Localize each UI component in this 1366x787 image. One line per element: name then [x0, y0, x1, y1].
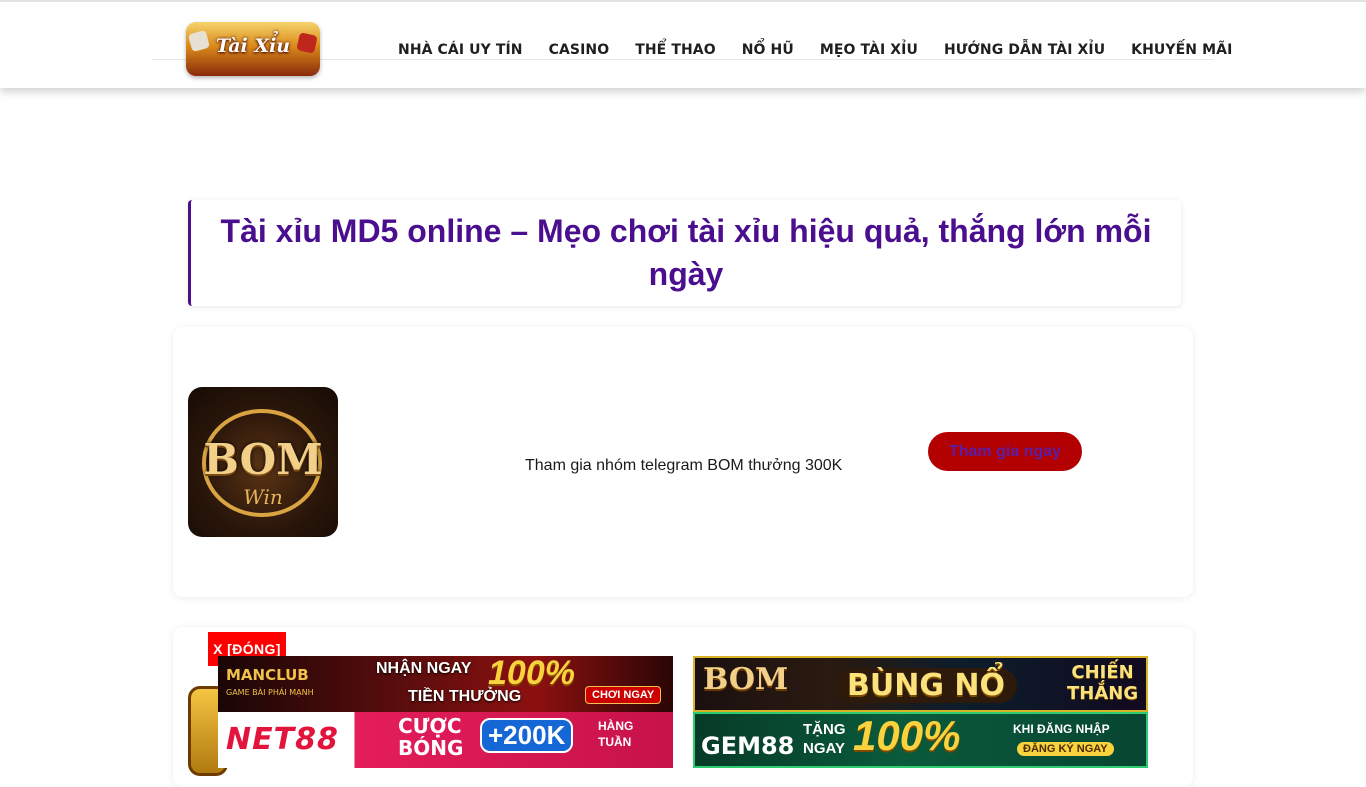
gem88-gift: TẶNG NGAY	[803, 720, 846, 758]
gem88-brand: GEM88	[701, 732, 795, 760]
nav-item-khuyen-mai[interactable]: KHUYẾN MÃI	[1131, 42, 1232, 58]
bom-banner-win-line1: CHIẾN	[1071, 662, 1134, 683]
nav-item-the-thao[interactable]: THỂ THAO	[635, 42, 716, 58]
bom-banner[interactable]: BOM BÙNG NỔ CHIẾN THẮNG	[693, 656, 1148, 712]
gem88-percent: 100%	[853, 712, 961, 759]
page-title: Tài xỉu MD5 online – Mẹo chơi tài xỉu hi…	[220, 213, 1152, 292]
net88-brand: NET88	[226, 722, 339, 757]
net88-period: HÀNG TUẦN	[598, 718, 633, 750]
bom-banner-win-line2: THẮNG	[1067, 683, 1139, 704]
nav-item-no-hu[interactable]: NỔ HŨ	[742, 42, 794, 58]
bom-banner-headline: BÙNG NỔ	[835, 668, 1018, 703]
manclub-tagline: GAME BÀI PHÁI MẠNH	[226, 688, 314, 697]
gem88-condition: KHI ĐĂNG NHẬP	[1013, 722, 1110, 736]
logo-text: Tài Xỉu	[215, 35, 291, 57]
bom-logo-sub: Win	[243, 485, 283, 509]
manclub-cta: CHƠI NGAY	[585, 686, 662, 704]
bom-banner-brand: BOM	[703, 662, 789, 697]
bom-logo[interactable]: BOM Win	[188, 387, 338, 537]
manclub-banner[interactable]: MANCLUB GAME BÀI PHÁI MẠNH NHẬN NGAY 100…	[218, 656, 673, 712]
gem88-gift-line2: NGAY	[803, 740, 845, 757]
nav-item-nha-cai-uy-tin[interactable]: NHÀ CÁI UY TÍN	[398, 42, 523, 58]
main-nav: NHÀ CÁI UY TÍN CASINO THỂ THAO NỔ HŨ MẸO…	[398, 42, 1232, 58]
manclub-headline: NHẬN NGAY	[376, 660, 472, 677]
site-header: Tài Xỉu NHÀ CÁI UY TÍN CASINO THỂ THAO N…	[0, 0, 1366, 88]
manclub-brand: MANCLUB	[226, 666, 309, 684]
gem88-banner[interactable]: GEM88 TẶNG NGAY 100% KHI ĐĂNG NHẬP ĐĂNG K…	[693, 712, 1148, 768]
net88-bonus-badge: +200K	[480, 718, 574, 753]
nav-item-casino[interactable]: CASINO	[549, 42, 610, 58]
article-title-card: Tài xỉu MD5 online – Mẹo chơi tài xỉu hi…	[188, 200, 1181, 306]
nav-item-meo-tai-xiu[interactable]: MẸO TÀI XỈU	[820, 42, 918, 58]
net88-banner[interactable]: NET88 CƯỢC BÓNG +200K HÀNG TUẦN	[218, 712, 673, 768]
net88-period-line2: TUẦN	[598, 735, 632, 749]
net88-headline-line1: CƯỢC	[398, 714, 462, 738]
gem88-cta: ĐĂNG KÝ NGAY	[1017, 742, 1114, 756]
site-logo[interactable]: Tài Xỉu	[186, 22, 320, 76]
net88-period-line1: HÀNG	[598, 719, 634, 733]
net88-headline-line2: BÓNG	[398, 736, 464, 760]
bom-logo-text: BOM	[203, 435, 323, 484]
gem88-gift-line1: TẶNG	[803, 721, 846, 738]
promo-text: Tham gia nhóm telegram BOM thưởng 300K	[525, 457, 843, 474]
manclub-subheadline: TIỀN THƯỞNG	[408, 688, 522, 705]
net88-headline: CƯỢC BÓNG	[398, 715, 463, 759]
join-now-button[interactable]: Tham gia ngay	[928, 432, 1082, 471]
nav-item-huong-dan-tai-xiu[interactable]: HƯỚNG DẪN TÀI XỈU	[944, 42, 1105, 58]
telegram-promo-card: BOM Win Tham gia nhóm telegram BOM thưởn…	[173, 327, 1193, 597]
bom-banner-win: CHIẾN THẮNG	[1067, 662, 1138, 704]
